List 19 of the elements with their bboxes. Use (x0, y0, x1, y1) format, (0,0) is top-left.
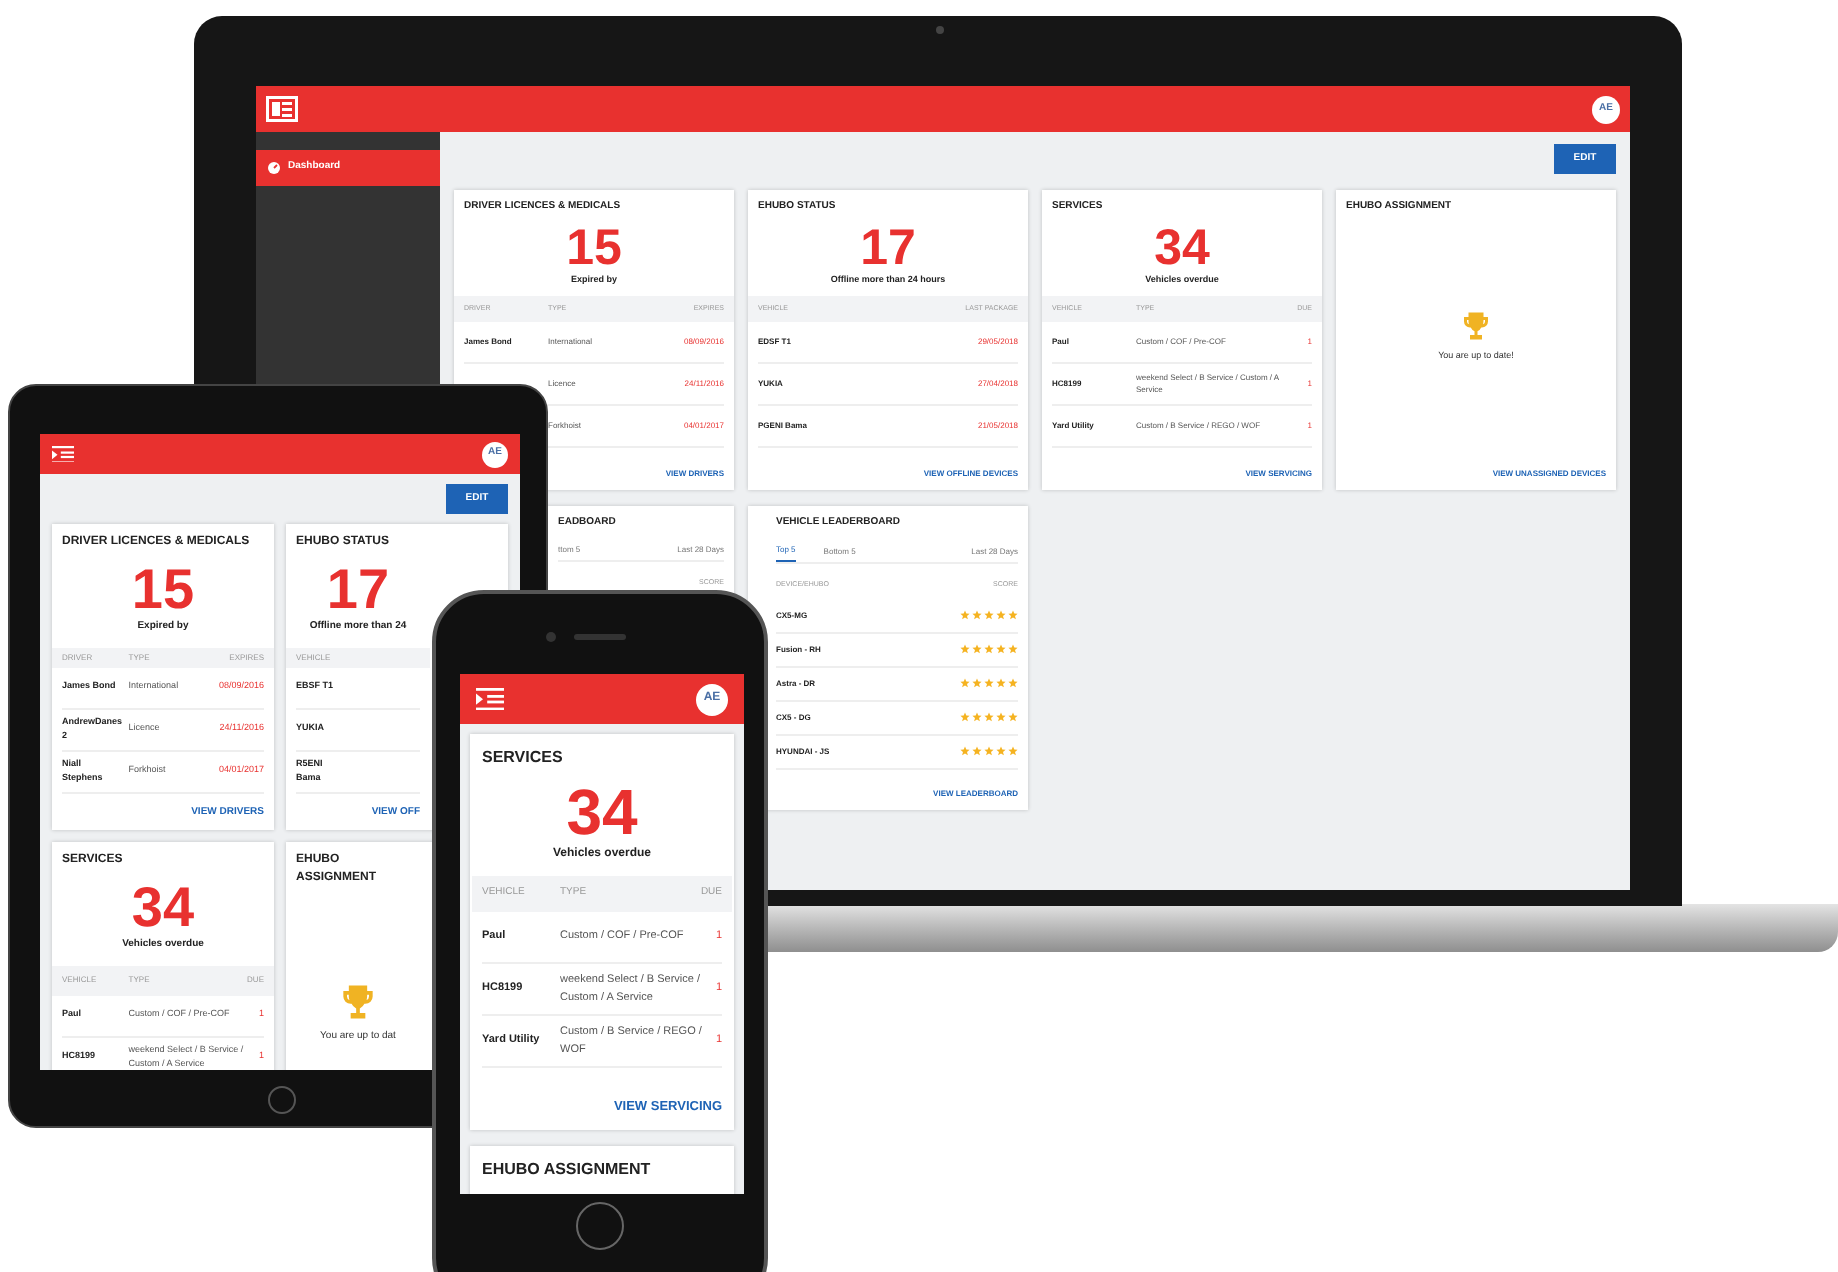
stat-number: 17 (326, 560, 390, 620)
stat-number: 15 (566, 221, 622, 273)
home-button[interactable] (268, 1086, 296, 1114)
home-button[interactable] (576, 1202, 624, 1250)
gauge-icon (268, 162, 280, 174)
menu-icon (476, 687, 504, 711)
trophy-icon (1458, 308, 1494, 345)
camera-icon (546, 632, 556, 642)
stat-number: 34 (566, 778, 638, 846)
speaker-grille (574, 634, 626, 640)
stat-number: 17 (860, 221, 916, 273)
card-title: EHUBO ASSIGNMENT (482, 1158, 653, 1182)
logo-icon (266, 96, 298, 122)
stat-number: 34 (1154, 221, 1210, 273)
camera-icon (936, 26, 944, 34)
menu-icon (52, 445, 74, 463)
card-title: SERVICES (482, 746, 565, 770)
stat-number: 34 (131, 878, 195, 938)
stat-number: 15 (131, 560, 195, 620)
